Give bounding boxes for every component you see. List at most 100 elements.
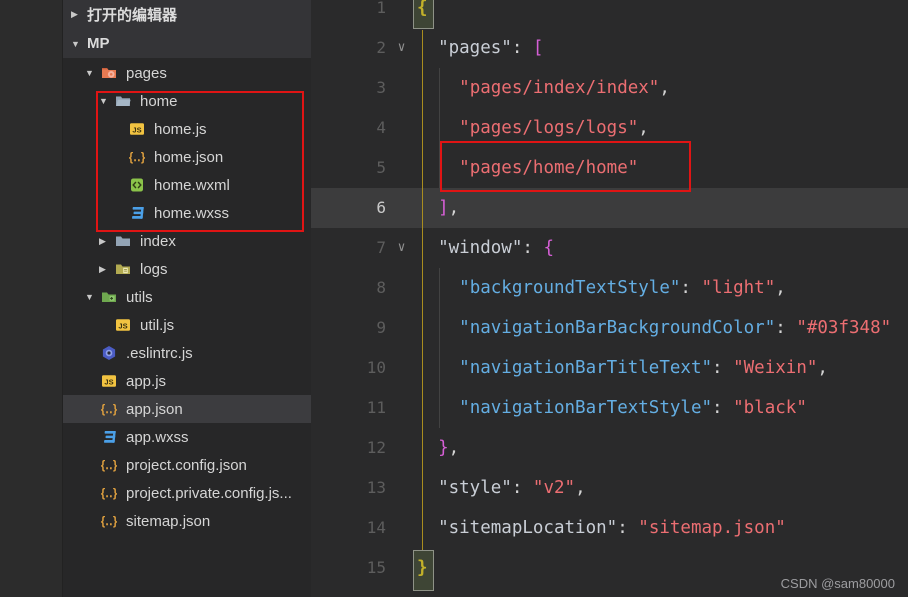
line-number[interactable]: 6 bbox=[311, 188, 386, 228]
tree-item-pages[interactable]: ▼ pages bbox=[63, 59, 311, 87]
token: , bbox=[575, 478, 586, 498]
code-line[interactable]: 14 "sitemapLocation": "sitemap.json" bbox=[311, 508, 908, 548]
js-file-icon: JS bbox=[115, 317, 135, 333]
chevron-down-icon[interactable]: ▼ bbox=[85, 292, 101, 302]
line-number[interactable]: 7 bbox=[311, 228, 386, 268]
line-number[interactable]: 12 bbox=[311, 428, 386, 468]
tree-item-utils[interactable]: ▼ utils bbox=[63, 283, 311, 311]
activity-bar bbox=[0, 0, 63, 597]
code-line[interactable]: 11 "navigationBarTextStyle": "black" bbox=[311, 388, 908, 428]
tree-item-project.private.config.js...[interactable]: {‥} project.private.config.js... bbox=[63, 479, 311, 507]
chevron-down-icon[interactable]: ▼ bbox=[99, 96, 115, 106]
tree-item--[interactable]: ▶ 打开的编辑器 bbox=[63, 0, 311, 29]
line-number[interactable]: 14 bbox=[311, 508, 386, 548]
line-number[interactable]: 5 bbox=[311, 148, 386, 188]
wxml-file-icon bbox=[129, 177, 149, 193]
tree-item-home[interactable]: ▼ home bbox=[63, 87, 311, 115]
tree-item-sitemap.json[interactable]: {‥} sitemap.json bbox=[63, 507, 311, 535]
fold-chevron-icon[interactable]: ∨ bbox=[386, 228, 417, 268]
code-text: { bbox=[417, 0, 908, 28]
token: "pages/logs/logs" bbox=[459, 118, 639, 138]
line-number[interactable]: 13 bbox=[311, 468, 386, 508]
utils-folder-icon bbox=[101, 289, 121, 305]
code-line[interactable]: 7 ∨ "window": { bbox=[311, 228, 908, 268]
line-number[interactable]: 8 bbox=[311, 268, 386, 308]
tree-item-home.wxml[interactable]: home.wxml bbox=[63, 171, 311, 199]
chevron-right-icon[interactable]: ▶ bbox=[99, 236, 115, 247]
code-line[interactable]: 5 "pages/home/home" bbox=[311, 148, 908, 188]
code-text: "pages": [ bbox=[417, 28, 908, 68]
code-line[interactable]: 2 ∨ "pages": [ bbox=[311, 28, 908, 68]
tree-item-app.json[interactable]: {‥} app.json bbox=[63, 395, 311, 423]
tree-item-.eslintrc.js[interactable]: .eslintrc.js bbox=[63, 339, 311, 367]
line-number[interactable]: 2 bbox=[311, 28, 386, 68]
token: "navigationBarTextStyle" bbox=[459, 398, 713, 418]
tree-item-home.json[interactable]: {‥} home.json bbox=[63, 143, 311, 171]
tree-item-label: sitemap.json bbox=[126, 512, 211, 530]
token: "pages/home/home" bbox=[459, 158, 639, 178]
token: "#03f348" bbox=[796, 318, 892, 338]
tree-item-home.js[interactable]: JS home.js bbox=[63, 115, 311, 143]
chevron-right-icon[interactable]: ▶ bbox=[99, 264, 115, 275]
line-number[interactable]: 1 bbox=[311, 0, 386, 28]
code-line[interactable]: 9 "navigationBarBackgroundColor": "#03f3… bbox=[311, 308, 908, 348]
code-text: }, bbox=[417, 428, 908, 468]
code-line[interactable]: 10 "navigationBarTitleText": "Weixin", bbox=[311, 348, 908, 388]
line-number[interactable]: 10 bbox=[311, 348, 386, 388]
tree-item-app.js[interactable]: JS app.js bbox=[63, 367, 311, 395]
token: , bbox=[448, 438, 460, 458]
json-file-icon: {‥} bbox=[101, 485, 121, 501]
fold-chevron-icon[interactable]: ∨ bbox=[386, 28, 417, 68]
code-editor[interactable]: 1{2 ∨ "pages": [3 "pages/index/index", 4 "… bbox=[311, 0, 908, 597]
code-line[interactable]: 8 "backgroundTextStyle": "light", bbox=[311, 268, 908, 308]
code-line[interactable]: 3 "pages/index/index", bbox=[311, 68, 908, 108]
line-number[interactable]: 4 bbox=[311, 108, 386, 148]
code-line[interactable]: 6 ], bbox=[311, 188, 908, 228]
tree-item-home.wxss[interactable]: home.wxss bbox=[63, 199, 311, 227]
tree-item-mp[interactable]: ▼ MP bbox=[63, 29, 311, 58]
code-line[interactable]: 12 }, bbox=[311, 428, 908, 468]
json-file-icon: {‥} bbox=[101, 401, 121, 417]
wxss-file-icon bbox=[101, 429, 121, 445]
token: "black" bbox=[733, 398, 807, 418]
token: "sitemapLocation" bbox=[438, 518, 618, 538]
tree-item-index[interactable]: ▶ index bbox=[63, 227, 311, 255]
tree-item-logs[interactable]: ▶ logs bbox=[63, 255, 311, 283]
line-number[interactable]: 15 bbox=[311, 548, 386, 588]
code-line[interactable]: 1{ bbox=[311, 0, 908, 28]
svg-text:{‥}: {‥} bbox=[101, 460, 117, 472]
svg-text:{‥}: {‥} bbox=[101, 488, 117, 500]
explorer-section-headers: ▶ 打开的编辑器 ▼ MP bbox=[63, 0, 311, 58]
indent-guide-line bbox=[439, 68, 440, 188]
tree-item-project.config.json[interactable]: {‥} project.config.json bbox=[63, 451, 311, 479]
tree-item-label: .eslintrc.js bbox=[126, 344, 193, 362]
token: : bbox=[522, 238, 544, 258]
code-text: ], bbox=[417, 188, 908, 228]
chevron-down-icon[interactable]: ▼ bbox=[71, 39, 87, 49]
tree-item-label: app.json bbox=[126, 400, 183, 418]
code-line[interactable]: 13 "style": "v2", bbox=[311, 468, 908, 508]
tree-item-util.js[interactable]: JS util.js bbox=[63, 311, 311, 339]
chevron-down-icon[interactable]: ▼ bbox=[85, 68, 101, 78]
token: "pages" bbox=[438, 38, 512, 58]
line-number[interactable]: 3 bbox=[311, 68, 386, 108]
code-line[interactable]: 4 "pages/logs/logs", bbox=[311, 108, 908, 148]
tree-item-label: home.wxss bbox=[154, 204, 230, 222]
chevron-right-icon[interactable]: ▶ bbox=[71, 9, 87, 20]
line-number[interactable]: 9 bbox=[311, 308, 386, 348]
line-number[interactable]: 11 bbox=[311, 388, 386, 428]
json-file-icon: {‥} bbox=[129, 149, 149, 165]
tree-item-app.wxss[interactable]: app.wxss bbox=[63, 423, 311, 451]
explorer-sidebar: ▶ 打开的编辑器 ▼ MP ▼ pages ▼ home JS home.js {‥} home.j… bbox=[63, 0, 311, 597]
svg-text:{‥}: {‥} bbox=[129, 152, 145, 164]
bracket-guide-line bbox=[422, 30, 423, 550]
token: , bbox=[448, 198, 460, 218]
token: , bbox=[775, 278, 786, 298]
code-lines: 1{2 ∨ "pages": [3 "pages/index/index", 4 "… bbox=[311, 0, 908, 588]
token: "navigationBarBackgroundColor" bbox=[459, 318, 776, 338]
token: { bbox=[543, 238, 554, 258]
tree-item-label: home.wxml bbox=[154, 176, 230, 194]
